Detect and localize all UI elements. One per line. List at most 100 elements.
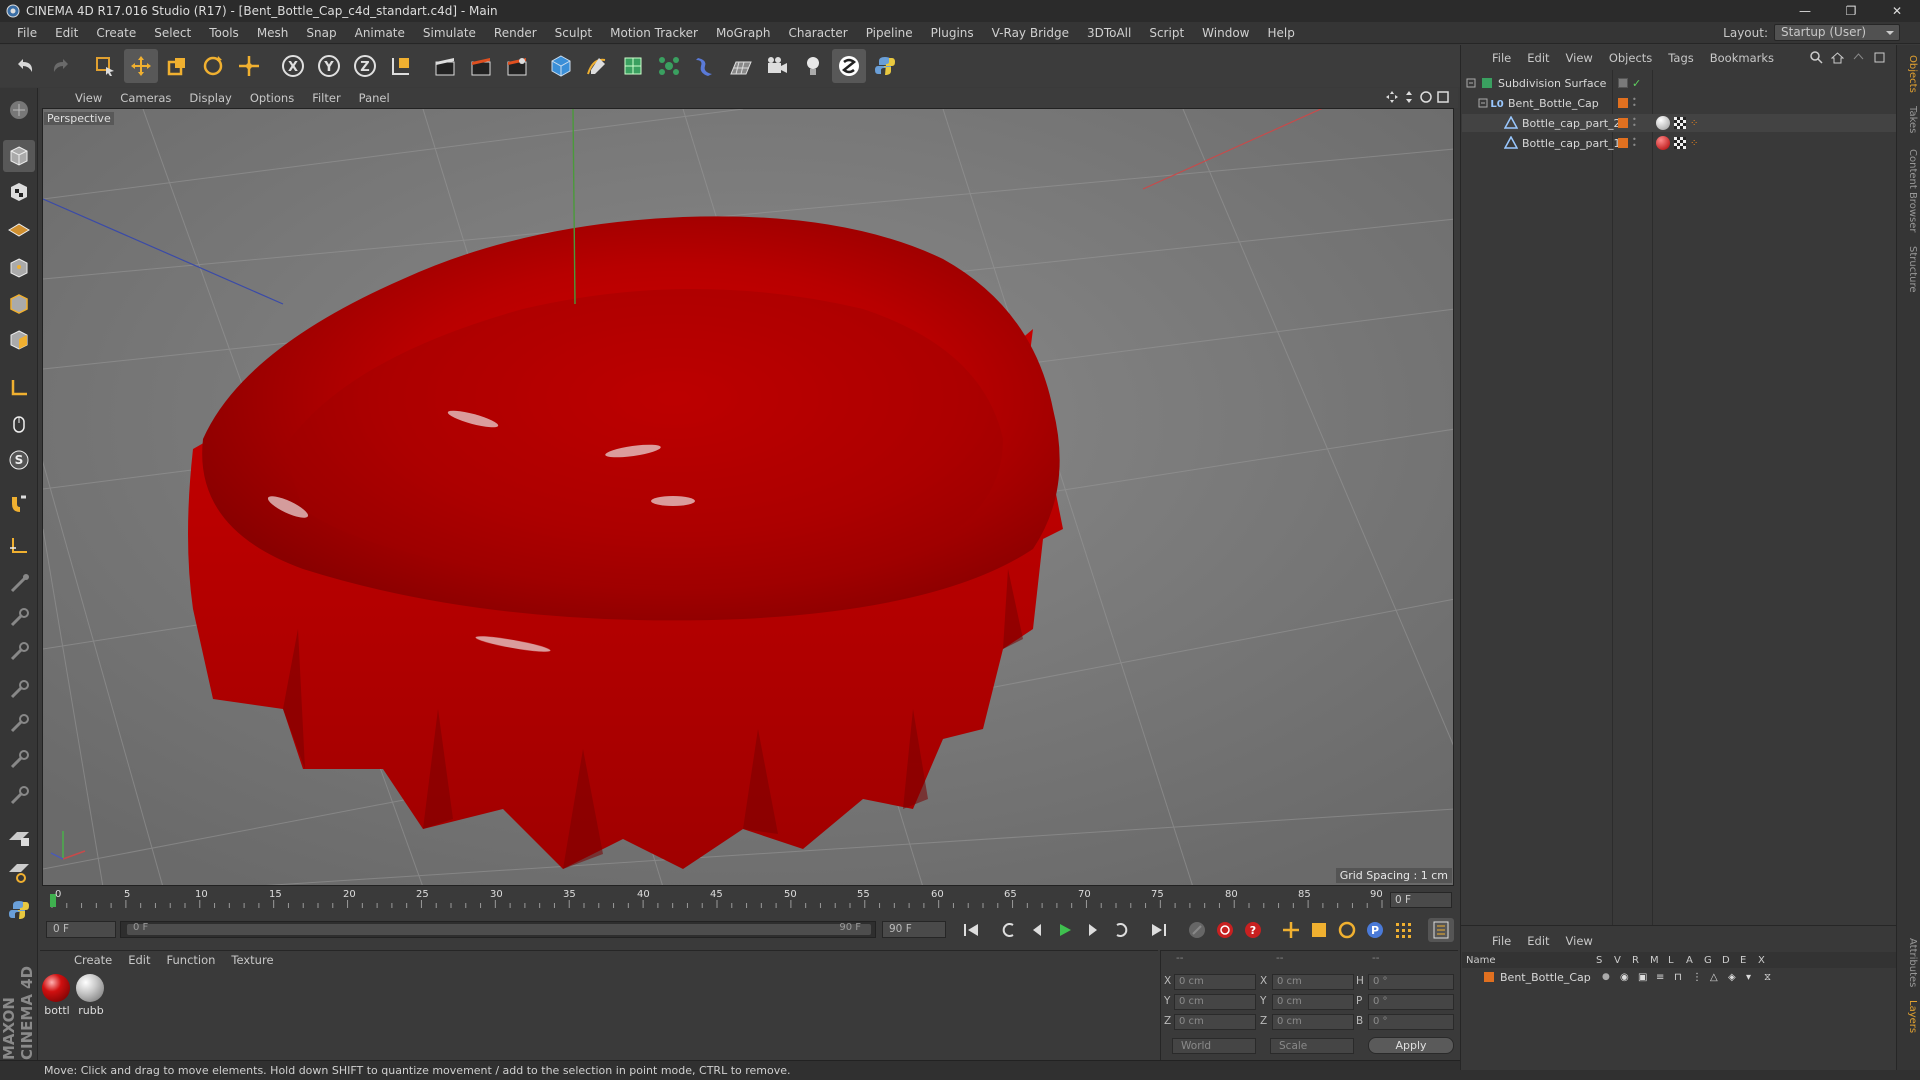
go-to-start-button[interactable] [958, 918, 984, 942]
object-menu-tags[interactable]: Tags [1660, 51, 1701, 65]
subdivision-surface-button[interactable] [616, 49, 650, 83]
object-menu-bookmarks[interactable]: Bookmarks [1702, 51, 1782, 65]
layout-dropdown[interactable]: Startup (User) [1774, 24, 1900, 41]
next-key-button[interactable] [1108, 918, 1134, 942]
visibility-dots-icon[interactable]: • • [1632, 96, 1637, 110]
object-row-bottle-cap-part-2[interactable]: Bottle_cap_part_2 • • ⁘ [1462, 114, 1896, 132]
position-y-field[interactable]: 0 cm [1174, 994, 1256, 1010]
object-row-subdivision-surface[interactable]: Subdivision Surface ✓ [1462, 74, 1896, 92]
vray-button[interactable] [832, 49, 866, 83]
tab-structure[interactable]: Structure [1898, 244, 1918, 294]
layer-menu-file[interactable]: File [1484, 934, 1519, 948]
transform-tool-button[interactable] [232, 49, 266, 83]
menu-mograph[interactable]: MoGraph [707, 26, 780, 40]
current-frame-field[interactable]: 0 F [46, 921, 116, 938]
viewport-menu-view[interactable]: View [66, 91, 111, 105]
animation-toggle-icon[interactable]: ⋮ [1692, 972, 1710, 983]
viewport-menu-cameras[interactable]: Cameras [111, 91, 180, 105]
next-frame-button[interactable] [1080, 918, 1106, 942]
viewport-menu-filter[interactable]: Filter [303, 91, 349, 105]
tool-slot-6[interactable] [3, 744, 35, 776]
material-menu-texture[interactable]: Texture [223, 953, 281, 967]
max-frame-field[interactable]: 90 F [882, 921, 946, 938]
tab-layers[interactable]: Layers [1898, 1000, 1918, 1034]
layer-color-icon[interactable] [1618, 118, 1628, 128]
point-level-button[interactable] [1390, 918, 1416, 942]
layer-color-swatch[interactable] [1484, 972, 1494, 982]
collapse-icon[interactable] [1478, 98, 1488, 108]
x-axis-button[interactable]: X [276, 49, 310, 83]
material-rubb[interactable]: rubb [76, 974, 106, 1022]
perspective-viewport[interactable] [42, 108, 1454, 886]
material-bottl[interactable]: bottl [42, 974, 72, 1022]
menu-mesh[interactable]: Mesh [248, 26, 298, 40]
parameter-key-button[interactable]: P [1362, 918, 1388, 942]
scale-tool-button[interactable] [160, 49, 194, 83]
layer-color-icon[interactable] [1618, 138, 1628, 148]
visibility-dots-icon[interactable]: • • [1632, 136, 1637, 150]
coordinate-system-button[interactable] [384, 49, 418, 83]
grid-lock-button[interactable] [3, 820, 35, 852]
tab-takes[interactable]: Takes [1898, 104, 1918, 136]
menu-script[interactable]: Script [1140, 26, 1193, 40]
menu-help[interactable]: Help [1258, 26, 1303, 40]
camera-button[interactable] [760, 49, 794, 83]
menu-sculpt[interactable]: Sculpt [546, 26, 601, 40]
render-view-button[interactable] [428, 49, 462, 83]
phong-tag-icon[interactable]: ⁘ [1690, 118, 1698, 129]
texture-mode-button[interactable] [3, 176, 35, 208]
tool-slot-2[interactable] [3, 602, 35, 634]
rotation-key-button[interactable] [1334, 918, 1360, 942]
edges-mode-button[interactable] [3, 288, 35, 320]
layer-color-icon[interactable] [1618, 78, 1628, 88]
object-menu-file[interactable]: File [1484, 51, 1519, 65]
make-editable-button[interactable] [3, 94, 35, 126]
frame-range-slider[interactable]: 0 F 90 F [120, 921, 876, 938]
orbit-view-icon[interactable] [1419, 90, 1433, 104]
tweak-mode-button[interactable] [3, 408, 35, 440]
previous-frame-button[interactable] [1024, 918, 1050, 942]
menu-render[interactable]: Render [485, 26, 546, 40]
material-tag-bottl[interactable] [1656, 136, 1670, 150]
tool-slot-7[interactable] [3, 780, 35, 812]
play-button[interactable] [1052, 918, 1078, 942]
lock-toggle-icon[interactable]: ⊓ [1674, 972, 1692, 983]
position-x-field[interactable]: 0 cm [1174, 974, 1256, 990]
apply-button[interactable]: Apply [1368, 1037, 1454, 1054]
layer-row-bent-bottle-cap[interactable]: Bent_Bottle_Cap ● ◉ ▣ ≡ ⊓ ⋮ △ ◈ ▾ ⧖ [1462, 968, 1896, 986]
phong-tag-icon[interactable]: ⁘ [1690, 138, 1698, 149]
cube-button[interactable] [544, 49, 578, 83]
xref-toggle-icon[interactable]: ⧖ [1764, 972, 1782, 983]
material-menu-edit[interactable]: Edit [120, 953, 158, 967]
position-z-field[interactable]: 0 cm [1174, 1014, 1256, 1030]
python-script-button[interactable] [3, 894, 35, 926]
tool-slot-5[interactable] [3, 708, 35, 740]
menu-vray-bridge[interactable]: V-Ray Bridge [983, 26, 1078, 40]
snap-button[interactable]: S [3, 444, 35, 476]
material-tag-rubb[interactable] [1656, 116, 1670, 130]
light-button[interactable] [796, 49, 830, 83]
move-tool-button[interactable] [124, 49, 158, 83]
collapse-icon[interactable] [1466, 78, 1476, 88]
search-icon[interactable] [1810, 51, 1823, 64]
viewport-menu-options[interactable]: Options [241, 91, 303, 105]
layer-color-icon[interactable] [1618, 98, 1628, 108]
scale-key-button[interactable] [1306, 918, 1332, 942]
visibility-dots-icon[interactable]: • • [1632, 116, 1637, 130]
z-axis-button[interactable]: Z [348, 49, 382, 83]
maximize-view-icon[interactable] [1436, 90, 1450, 104]
scroll-up-icon[interactable] [1852, 51, 1865, 64]
y-axis-button[interactable]: Y [312, 49, 346, 83]
rotation-b-field[interactable]: 0 ° [1368, 1014, 1454, 1030]
menu-pipeline[interactable]: Pipeline [857, 26, 922, 40]
array-cloner-button[interactable] [652, 49, 686, 83]
viewport-menu-panel[interactable]: Panel [350, 91, 399, 105]
size-y-field[interactable]: 0 cm [1272, 994, 1354, 1010]
workplane-mode-button[interactable] [3, 212, 35, 244]
previous-key-button[interactable] [996, 918, 1022, 942]
menu-snap[interactable]: Snap [297, 26, 345, 40]
axis-mode-button[interactable] [3, 372, 35, 404]
autokey-button[interactable] [1212, 918, 1238, 942]
new-view-icon[interactable] [1873, 51, 1886, 64]
menu-animate[interactable]: Animate [346, 26, 414, 40]
